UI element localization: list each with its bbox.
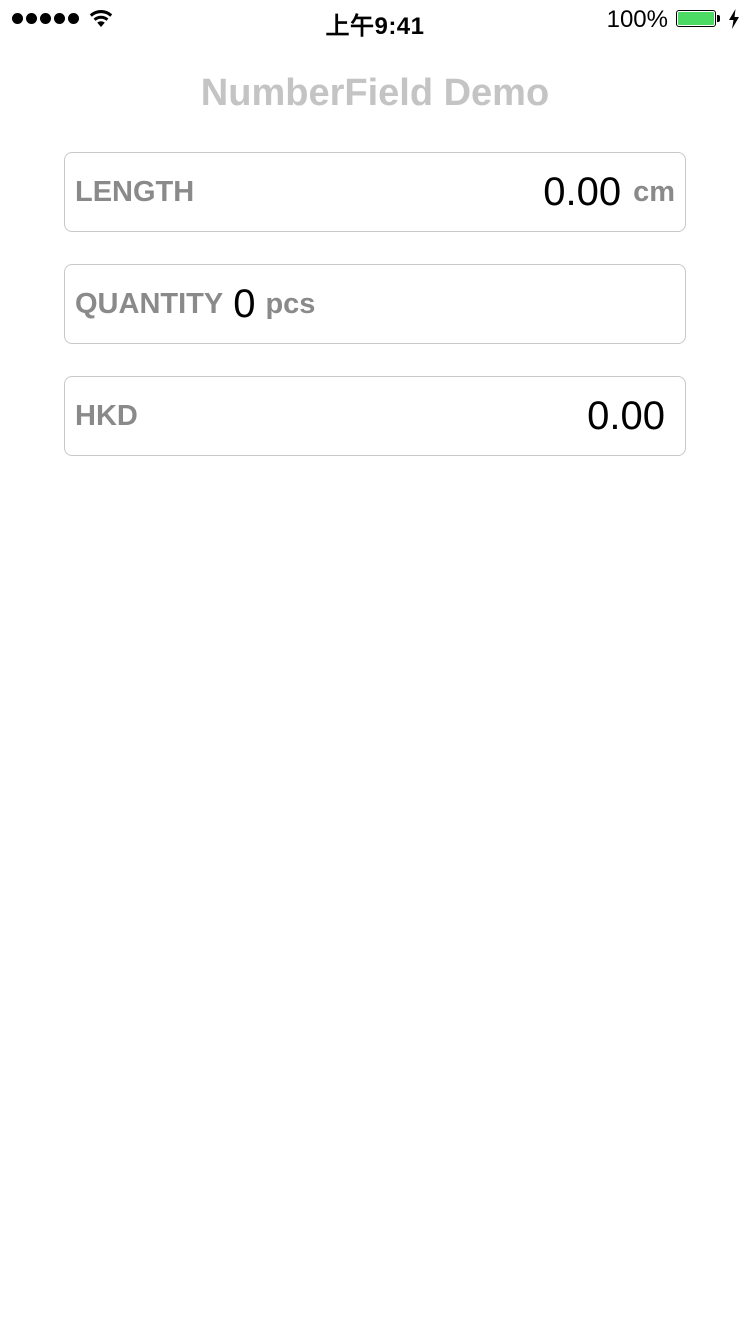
- page-title: NumberField Demo: [200, 72, 550, 114]
- hkd-number-field[interactable]: HKD 0.00: [64, 376, 686, 456]
- charging-bolt-icon: [729, 9, 739, 29]
- battery-fill: [678, 12, 714, 25]
- length-unit: cm: [633, 175, 675, 208]
- quantity-number-field[interactable]: QUANTITY 0 pcs: [64, 264, 686, 344]
- battery-percentage: 100%: [606, 6, 668, 33]
- battery-icon: [676, 10, 720, 29]
- app-screen: 上午9:41 100% NumberField Demo LENGTH 0.00…: [0, 0, 750, 1334]
- quantity-value[interactable]: 0: [233, 282, 255, 327]
- status-bar: 上午9:41 100%: [0, 0, 750, 40]
- quantity-label: QUANTITY: [75, 287, 224, 320]
- quantity-unit: pcs: [265, 287, 316, 320]
- hkd-label: HKD: [75, 399, 138, 432]
- length-value[interactable]: 0.00: [543, 170, 621, 215]
- length-number-field[interactable]: LENGTH 0.00 cm: [64, 152, 686, 232]
- battery-nub: [717, 15, 720, 22]
- hkd-value[interactable]: 0.00: [587, 394, 665, 439]
- length-label: LENGTH: [75, 175, 195, 208]
